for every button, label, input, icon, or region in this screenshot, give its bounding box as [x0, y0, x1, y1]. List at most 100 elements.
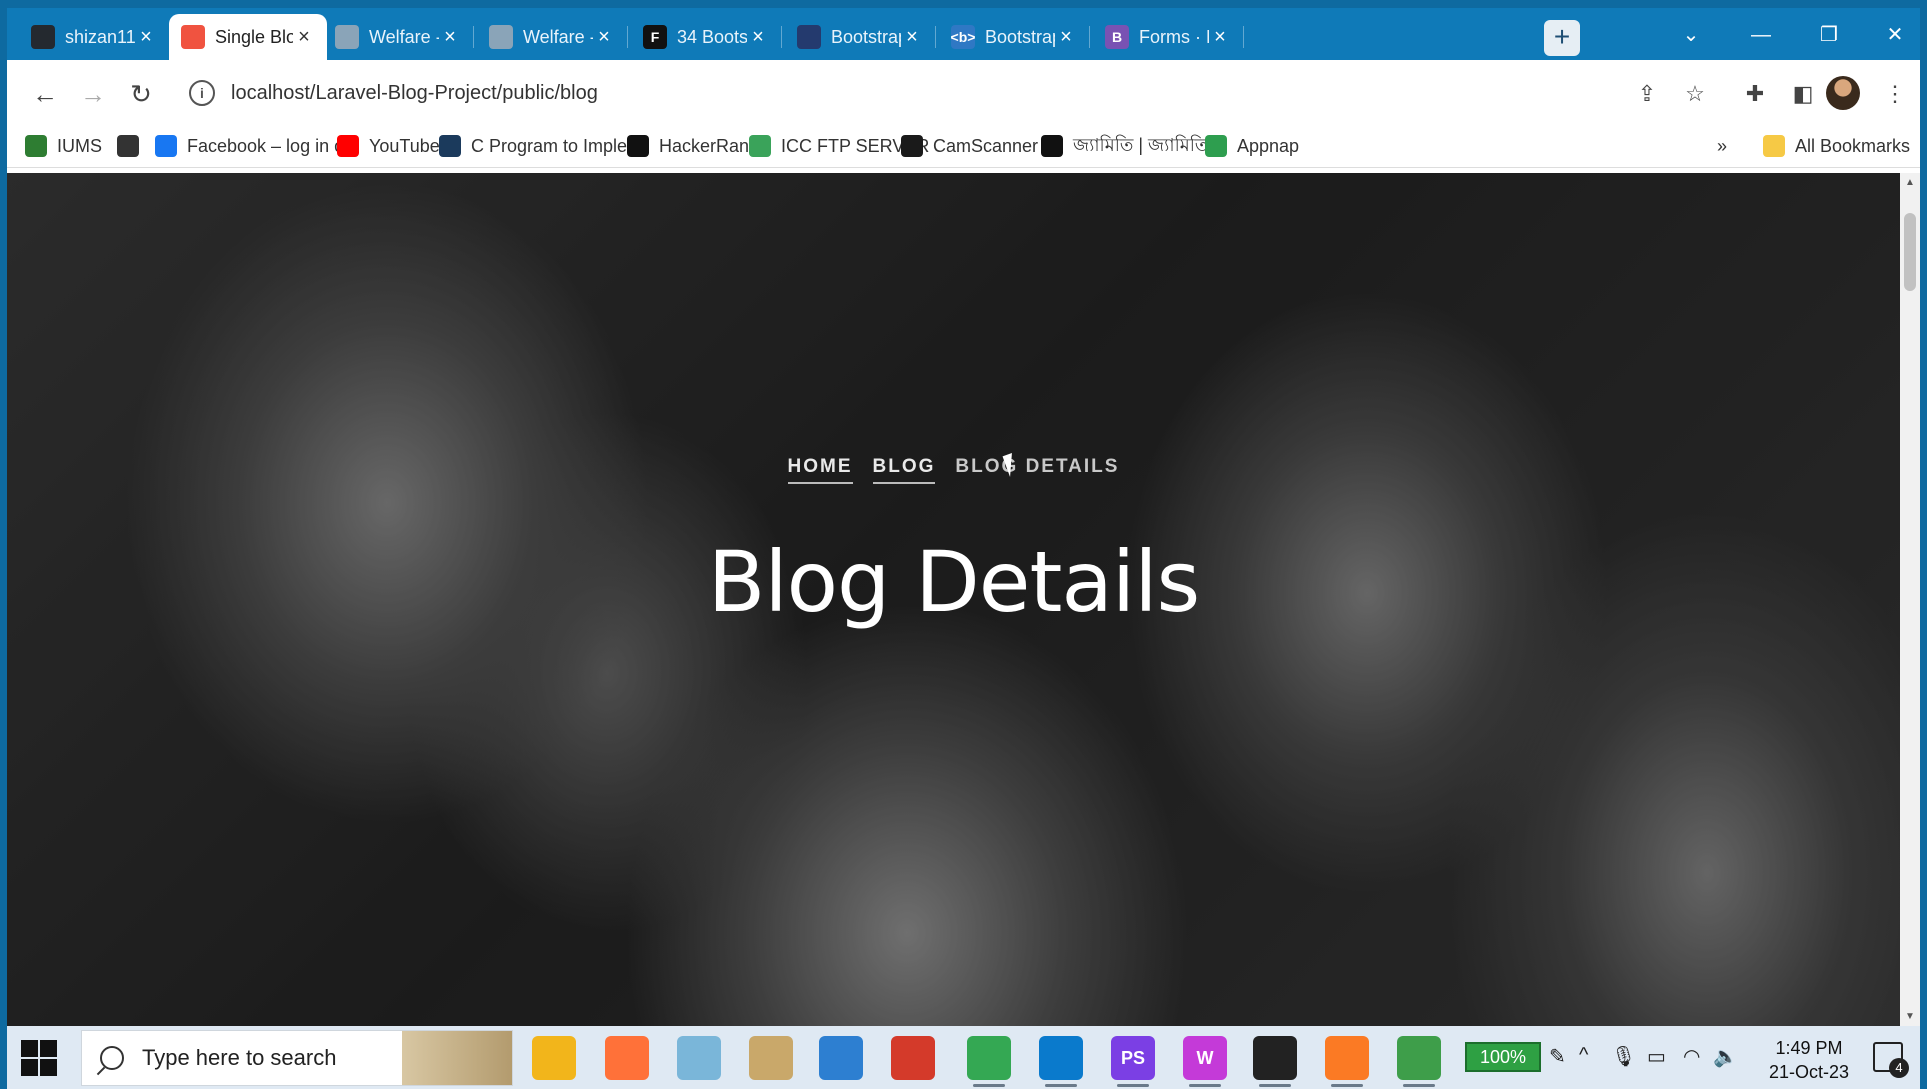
tab-separator — [935, 26, 936, 48]
address-bar[interactable]: i localhost/Laravel-Blog-Project/public/… — [177, 70, 1657, 116]
vscode-icon[interactable] — [1039, 1036, 1083, 1087]
globe-icon — [335, 25, 359, 49]
bootstrap-b-icon: B — [1105, 25, 1129, 49]
browser-tab[interactable]: F 34 Bootstr× — [631, 14, 782, 60]
close-tab-icon[interactable]: × — [293, 26, 315, 49]
page-title: Blog Details — [707, 533, 1201, 631]
app-icon[interactable] — [677, 1036, 721, 1080]
close-tab-icon[interactable]: × — [1209, 26, 1231, 49]
globe-icon — [117, 135, 139, 157]
all-bookmarks-label: All Bookmarks — [1795, 135, 1911, 156]
battery-icon[interactable]: ▭ — [1647, 1044, 1666, 1069]
calculator-icon[interactable] — [819, 1036, 863, 1080]
forward-icon[interactable]: → — [73, 74, 113, 114]
close-tab-icon[interactable]: × — [747, 26, 769, 49]
system-clock[interactable]: 1:49 PM 21-Oct-23 — [1749, 1036, 1869, 1084]
menu-icon[interactable]: ⋮ — [1875, 74, 1915, 114]
show-hidden-icons-icon[interactable]: ^ — [1579, 1044, 1588, 1067]
battery-indicator[interactable]: 100% — [1465, 1042, 1541, 1072]
obs-icon[interactable] — [1253, 1036, 1297, 1087]
browser-tab[interactable]: Welfare - F× — [477, 14, 628, 60]
close-tab-icon[interactable]: × — [135, 26, 157, 49]
tab-search-icon[interactable]: ⌄ — [1663, 18, 1719, 52]
bookmark-item[interactable]: IUMS — [25, 132, 102, 160]
scroll-down-icon[interactable]: ▼ — [1900, 1011, 1920, 1022]
browser-tab[interactable]: B Forms · Bo× — [1093, 14, 1244, 60]
browser-tab[interactable]: Welfare - F× — [323, 14, 474, 60]
bookmarks-overflow-button[interactable]: » — [1717, 132, 1727, 160]
facebook-icon — [155, 135, 177, 157]
page-scrollbar[interactable]: ▲ ▼ — [1900, 173, 1920, 1026]
windows-taskbar: Type here to search 100% ✎ ^ 🎙 ▭ ◠ 🔈 1:4… — [7, 1026, 1920, 1089]
browser-tab[interactable]: Bootstrap × — [785, 14, 936, 60]
notification-center-icon[interactable]: 4 — [1873, 1042, 1909, 1078]
bookmark-item[interactable]: HackerRank — [627, 132, 758, 160]
phpstorm-icon[interactable]: PS — [1111, 1036, 1155, 1087]
taskbar-search-input[interactable]: Type here to search — [81, 1030, 513, 1086]
xampp-icon[interactable] — [1325, 1036, 1369, 1087]
close-tab-icon[interactable]: × — [593, 26, 615, 49]
bookmark-item[interactable]: Facebook – log in o... — [155, 132, 359, 160]
close-tab-icon[interactable]: × — [901, 26, 923, 49]
new-tab-button[interactable]: + — [1544, 20, 1580, 56]
close-window-button[interactable]: ✕ — [1867, 18, 1920, 52]
notepad-icon[interactable] — [1397, 1036, 1441, 1087]
share-icon[interactable]: ⇪ — [1627, 74, 1667, 114]
reload-icon[interactable]: ↻ — [121, 74, 161, 114]
bookmark-item[interactable]: YouTube — [337, 132, 440, 160]
restore-button[interactable]: ❐ — [1801, 18, 1857, 52]
github-icon — [31, 25, 55, 49]
wifi-icon[interactable]: ◠ — [1683, 1044, 1700, 1069]
pen-icon[interactable]: ✎ — [1549, 1044, 1566, 1069]
file-explorer-icon[interactable] — [532, 1036, 576, 1080]
minimize-button[interactable]: — — [1733, 18, 1789, 52]
pencil-icon[interactable] — [891, 1036, 935, 1080]
bookmark-label: জ্যামিতি | জ্যামিতি... — [1073, 134, 1224, 155]
tab-title: Forms · Bo — [1139, 26, 1209, 47]
bookmark-label: YouTube — [369, 135, 440, 156]
bookmark-item[interactable] — [117, 132, 149, 160]
tab-title: Bootstrap — [831, 26, 901, 47]
wps-icon[interactable]: W — [1183, 1036, 1227, 1087]
paint-icon[interactable] — [749, 1036, 793, 1080]
tab-separator — [1243, 26, 1244, 48]
bookmark-item[interactable]: CamScanner — [901, 132, 1038, 160]
url-text[interactable]: localhost/Laravel-Blog-Project/public/bl… — [231, 82, 598, 105]
breadcrumb: HOME BLOG BLOG DETAILS — [7, 456, 1900, 484]
bookmark-label: C Program to Imple... — [471, 135, 643, 156]
f-logo-icon: F — [643, 25, 667, 49]
back-icon[interactable]: ← — [25, 74, 65, 114]
browser-tab[interactable]: <b> Bootstrap × — [939, 14, 1090, 60]
tab-separator — [627, 26, 628, 48]
tab-title: Welfare - F — [369, 26, 439, 47]
side-panel-icon[interactable]: ◧ — [1783, 74, 1823, 114]
bookmark-label: Facebook – log in o... — [187, 135, 360, 156]
close-tab-icon[interactable]: × — [1055, 26, 1077, 49]
hackerrank-icon — [627, 135, 649, 157]
browser-tab[interactable]: Single Blog× — [169, 14, 327, 60]
bookmark-item[interactable]: জ্যামিতি | জ্যামিতি... — [1041, 132, 1223, 160]
breadcrumb-home[interactable]: HOME — [787, 456, 853, 484]
close-tab-icon[interactable]: × — [439, 26, 461, 49]
profile-avatar[interactable] — [1826, 76, 1860, 110]
d-logo-icon — [1041, 135, 1063, 157]
scroll-up-icon[interactable]: ▲ — [1900, 177, 1920, 188]
firefox-icon[interactable] — [605, 1036, 649, 1080]
browser-tab[interactable]: shizan117/× — [19, 14, 170, 60]
chrome-icon[interactable] — [967, 1036, 1011, 1087]
breadcrumb-current: BLOG DETAILS — [955, 456, 1120, 477]
bookmark-item[interactable]: C Program to Imple... — [439, 132, 642, 160]
bookmark-star-icon[interactable]: ☆ — [1675, 74, 1715, 114]
volume-icon[interactable]: 🔈 — [1713, 1044, 1738, 1069]
tab-title: shizan117/ — [65, 26, 135, 47]
bookmark-item[interactable]: Appnap — [1205, 132, 1299, 160]
bookmark-label: CamScanner — [933, 135, 1039, 156]
windows-start-icon[interactable] — [19, 1038, 59, 1078]
scrollbar-thumb[interactable] — [1904, 213, 1916, 291]
search-icon — [100, 1046, 124, 1070]
extensions-icon[interactable]: ✚ — [1735, 74, 1775, 114]
site-info-icon[interactable]: i — [189, 80, 215, 106]
breadcrumb-blog[interactable]: BLOG — [872, 456, 936, 484]
microphone-icon[interactable]: 🎙 — [1611, 1044, 1636, 1069]
all-bookmarks-button[interactable]: All Bookmarks — [1763, 132, 1910, 160]
